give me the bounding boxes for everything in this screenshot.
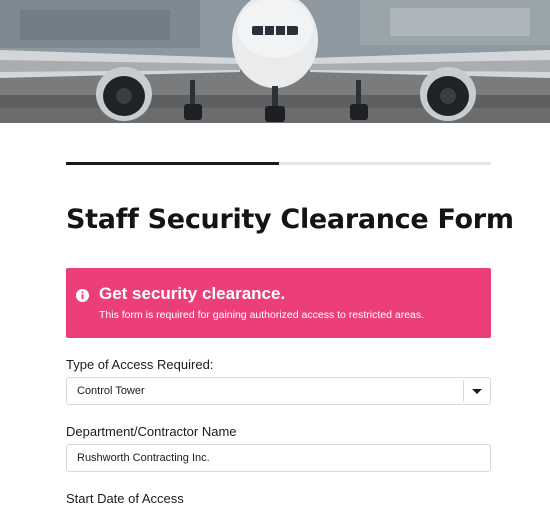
chevron-down-icon[interactable] <box>472 389 482 394</box>
start-date-label: Start Date of Access <box>66 491 184 506</box>
department-label: Department/Contractor Name <box>66 424 237 439</box>
form-progress-fill <box>66 162 279 165</box>
department-input[interactable]: Rushworth Contracting Inc. <box>66 444 491 472</box>
access-type-value: Control Tower <box>77 385 145 397</box>
access-type-select[interactable]: Control Tower <box>66 377 491 405</box>
info-alert: Get security clearance. This form is req… <box>66 268 491 338</box>
page-title: Staff Security Clearance Form <box>66 204 514 235</box>
info-icon <box>76 289 89 302</box>
form-progress-bar <box>66 162 491 165</box>
airplane-illustration <box>0 0 550 123</box>
select-divider <box>463 380 464 402</box>
hero-image <box>0 0 550 123</box>
access-type-label: Type of Access Required: <box>66 357 214 372</box>
department-value: Rushworth Contracting Inc. <box>77 452 210 464</box>
alert-text: This form is required for gaining author… <box>99 309 425 321</box>
alert-heading: Get security clearance. <box>99 284 286 303</box>
